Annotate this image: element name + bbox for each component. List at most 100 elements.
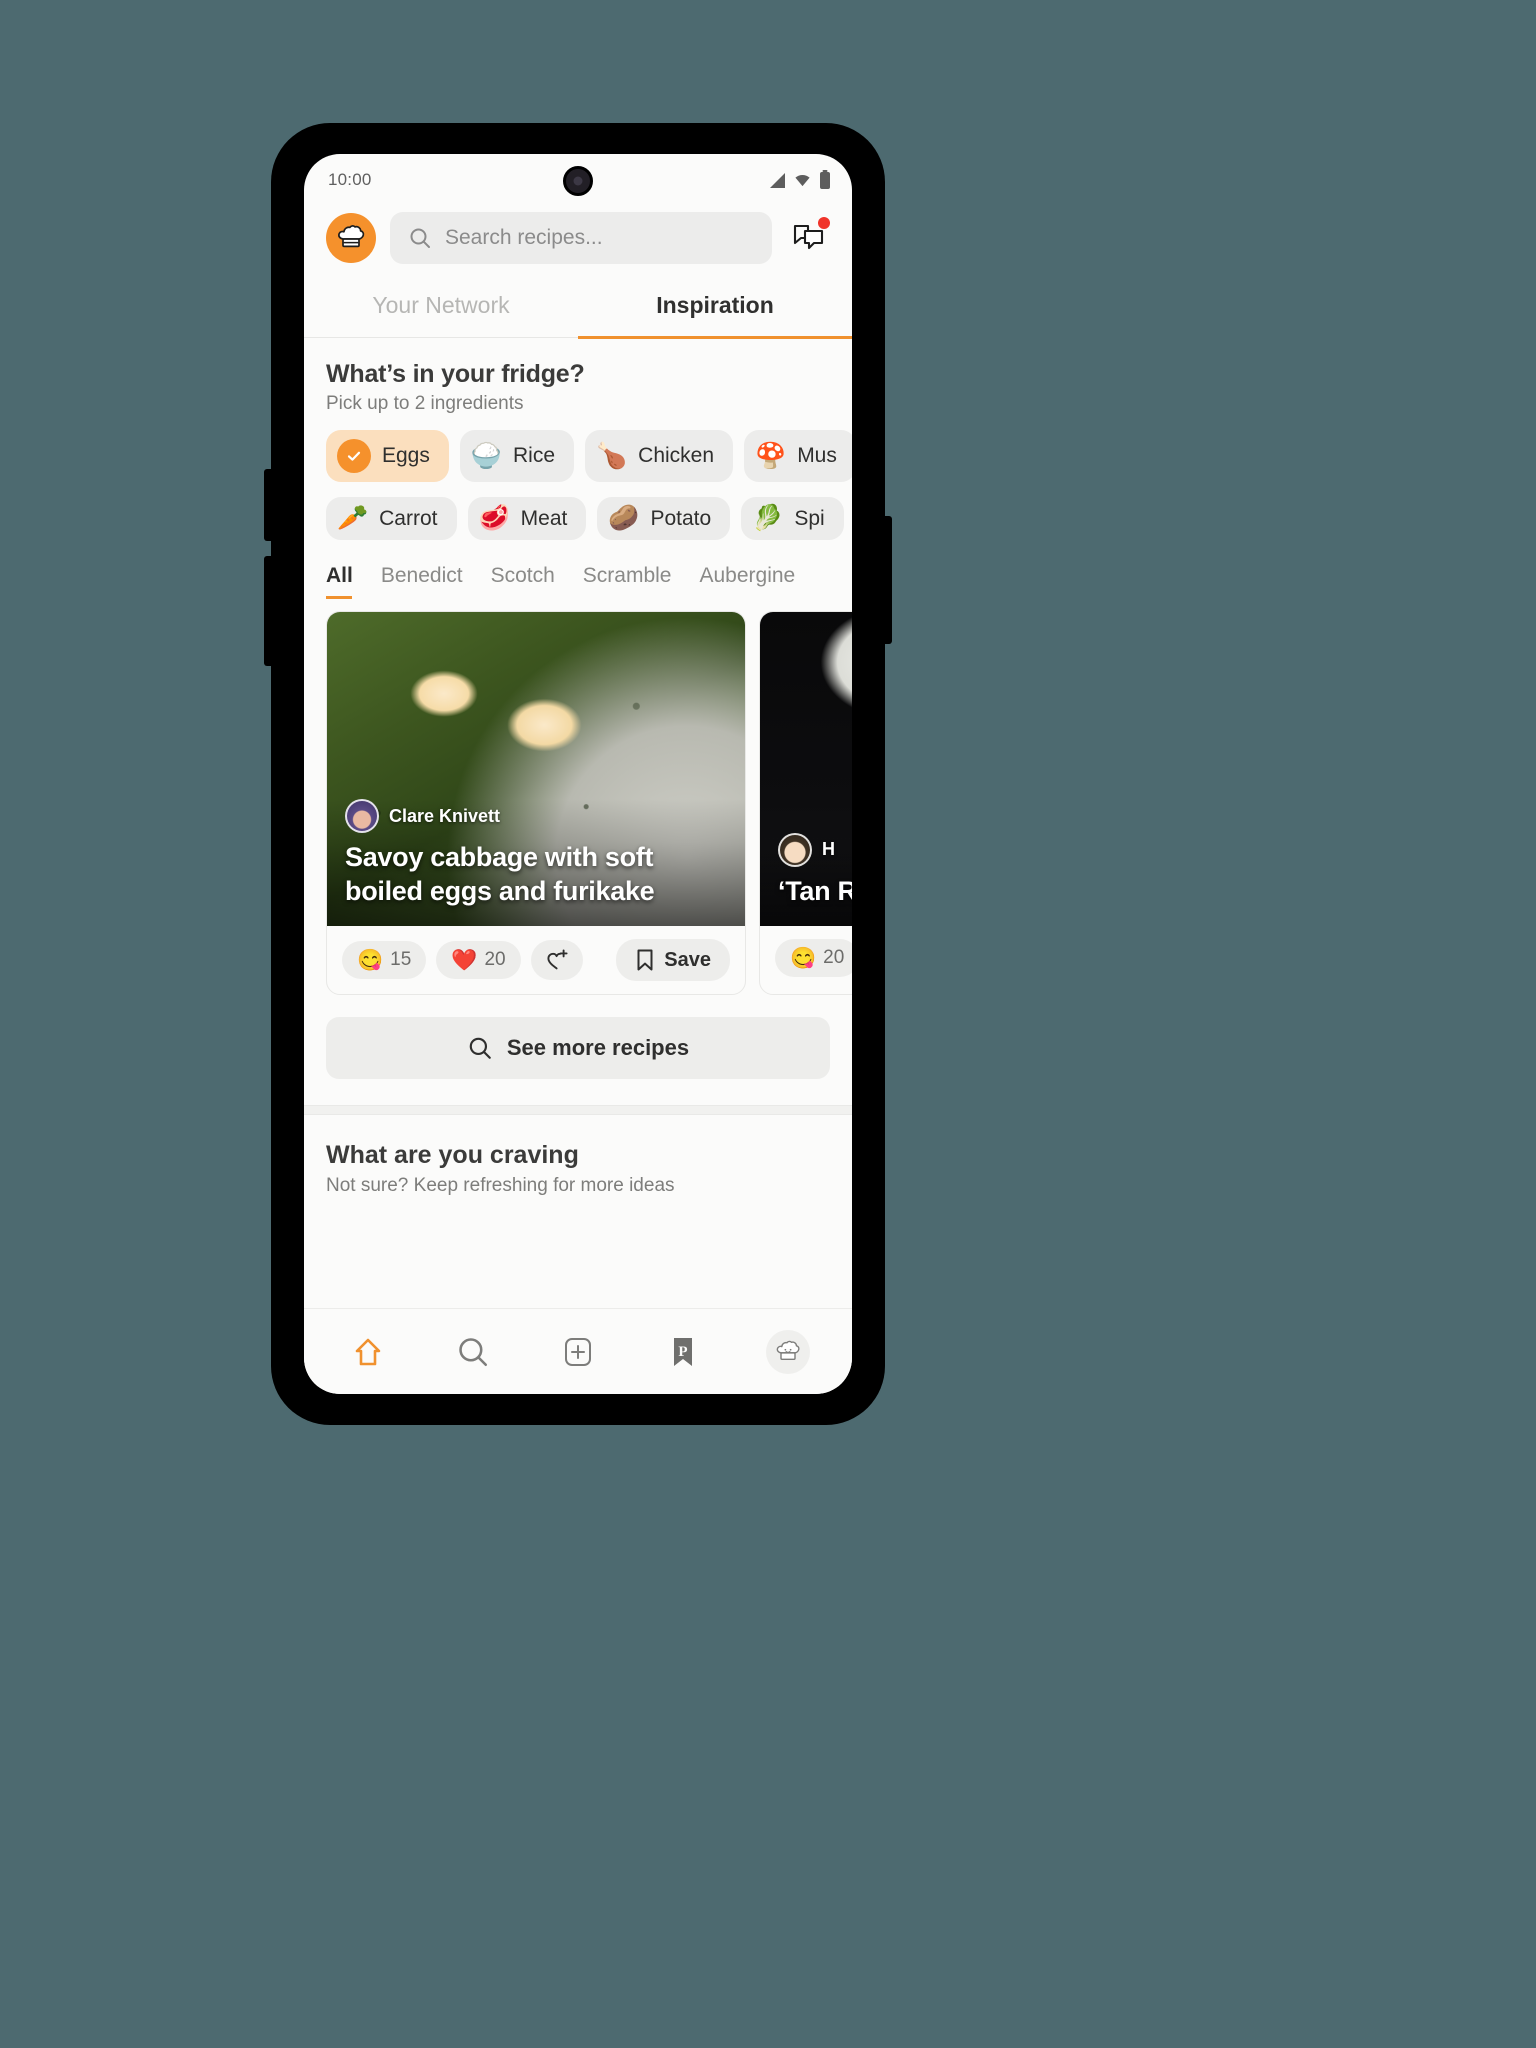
chip-label: Mus	[797, 444, 837, 467]
carrot-icon: 🥕	[337, 504, 369, 532]
craving-subtitle: Not sure? Keep refreshing for more ideas	[326, 1175, 675, 1196]
yum-emoji-icon: 😋	[790, 946, 817, 970]
status-time: 10:00	[328, 170, 372, 189]
recipe-author[interactable]: H	[778, 832, 852, 867]
mushroom-icon: 🍄	[755, 441, 787, 470]
recipe-author[interactable]: Clare Knivett	[345, 799, 727, 834]
chip-label: Chicken	[638, 444, 715, 467]
home-icon	[356, 1338, 381, 1365]
chef-hat-logo[interactable]	[326, 213, 376, 263]
messages-button[interactable]	[786, 216, 832, 260]
nav-saved[interactable]: P	[651, 1324, 715, 1380]
recipe-filter-tabs: All Benedict Scotch Scramble Aubergine	[304, 540, 852, 599]
profile-avatar-bg	[765, 1329, 810, 1374]
avatar	[345, 799, 379, 834]
nav-search[interactable]	[441, 1324, 505, 1380]
chip-label: Meat	[520, 506, 568, 530]
recipe-card[interactable]: Clare Knivett Savoy cabbage with soft bo…	[326, 611, 746, 995]
author-name: H	[822, 839, 835, 860]
recipe-card[interactable]: H ‘Tan Rice 😋 20	[759, 611, 852, 995]
recipe-image: Clare Knivett Savoy cabbage with soft bo…	[327, 612, 745, 926]
filter-scotch[interactable]: Scotch	[491, 564, 555, 599]
filter-aubergine[interactable]: Aubergine	[699, 564, 795, 599]
nav-create[interactable]	[546, 1324, 610, 1380]
chip-carrot[interactable]: 🥕 Carrot	[326, 497, 457, 540]
fridge-subtitle: Pick up to 2 ingredients	[326, 393, 524, 414]
reaction-heart[interactable]: ❤️ 20	[436, 941, 521, 979]
chip-meat[interactable]: 🥩 Meat	[467, 497, 587, 540]
add-reaction-button[interactable]	[530, 940, 583, 980]
volume-down-button[interactable]	[264, 556, 274, 666]
filter-all[interactable]: All	[326, 564, 353, 599]
tab-your-network[interactable]: Your Network	[304, 278, 578, 337]
spinach-icon: 🥬	[752, 504, 784, 532]
heart-emoji-icon: ❤️	[451, 948, 478, 972]
bookmark-p-icon: P	[673, 1337, 692, 1366]
avatar	[778, 832, 812, 867]
chip-spinach[interactable]: 🥬 Spi	[741, 497, 844, 540]
notification-badge-dot	[818, 217, 830, 229]
nav-home[interactable]	[336, 1324, 400, 1380]
ingredient-chip-rows: Eggs 🍚 Rice 🍗 Chicken 🍄 Mus 🥕 Carrot 🥩 M…	[304, 415, 852, 540]
recipe-card-carousel[interactable]: Clare Knivett Savoy cabbage with soft bo…	[304, 599, 852, 995]
svg-text:P: P	[678, 1344, 687, 1360]
filter-scramble[interactable]: Scramble	[583, 564, 672, 599]
potato-icon: 🥔	[608, 504, 640, 532]
nav-profile[interactable]	[756, 1324, 820, 1380]
search-icon	[469, 1037, 491, 1059]
chip-chicken[interactable]: 🍗 Chicken	[585, 430, 734, 482]
recipe-image: H ‘Tan Rice	[760, 612, 852, 926]
volume-up-button[interactable]	[264, 469, 274, 541]
phone-screen: 10:00 Search recipes... Your Network Ins…	[304, 154, 852, 1394]
chip-label: Spi	[794, 506, 825, 530]
front-camera-notch	[563, 166, 593, 196]
recipe-overlay: H ‘Tan Rice	[760, 832, 852, 926]
bookmark-icon	[637, 949, 653, 971]
tab-inspiration[interactable]: Inspiration	[578, 278, 852, 339]
filter-benedict[interactable]: Benedict	[381, 564, 463, 599]
reaction-count: 20	[823, 947, 845, 968]
chip-label: Carrot	[379, 506, 438, 530]
see-more-label: See more recipes	[506, 1035, 690, 1060]
chicken-icon: 🍗	[596, 441, 628, 470]
reaction-count: 20	[484, 949, 506, 970]
recipe-overlay: Clare Knivett Savoy cabbage with soft bo…	[327, 799, 745, 926]
reaction-yum[interactable]: 😋 20	[775, 939, 852, 977]
recipe-title: Savoy cabbage with soft boiled eggs and …	[345, 842, 655, 906]
plus-square-icon	[564, 1337, 591, 1366]
status-icon-group	[770, 171, 830, 189]
yum-emoji-icon: 😋	[357, 948, 384, 972]
fridge-section: What’s in your fridge? Pick up to 2 ingr…	[304, 338, 852, 415]
recipe-actions: 😋 20	[760, 926, 852, 990]
main-tab-bar: Your Network Inspiration	[304, 278, 852, 339]
app-header: Search recipes...	[304, 206, 852, 278]
search-icon	[459, 1337, 488, 1366]
signal-icon	[770, 172, 785, 188]
chip-label: Potato	[650, 506, 712, 530]
chip-label: Eggs	[382, 444, 430, 467]
chip-mushroom[interactable]: 🍄 Mus	[744, 430, 852, 482]
recipe-actions: 😋 15 ❤️ 20 Save	[327, 926, 745, 994]
rice-icon: 🍚	[470, 441, 503, 470]
search-input-placeholder[interactable]: Search recipes...	[445, 226, 603, 250]
phone-device-frame: 10:00 Search recipes... Your Network Ins…	[264, 124, 892, 1424]
reaction-yum[interactable]: 😋 15	[342, 941, 427, 979]
save-button[interactable]: Save	[616, 939, 730, 981]
meat-icon: 🥩	[478, 504, 510, 532]
see-more-recipes-button[interactable]: See more recipes	[326, 1017, 830, 1079]
ingredient-chip-row-2: 🥕 Carrot 🥩 Meat 🥔 Potato 🥬 Spi	[304, 497, 852, 540]
chef-hat-icon	[776, 1340, 800, 1360]
chip-eggs[interactable]: Eggs	[326, 430, 449, 482]
chip-label: Rice	[513, 444, 556, 467]
fridge-title: What’s in your fridge?	[326, 360, 585, 388]
craving-title: What are you craving	[326, 1141, 579, 1169]
ingredient-chip-row-1: Eggs 🍚 Rice 🍗 Chicken 🍄 Mus	[304, 430, 852, 482]
section-divider	[304, 1105, 852, 1115]
chip-potato[interactable]: 🥔 Potato	[597, 497, 731, 540]
save-label: Save	[664, 948, 711, 971]
check-icon	[337, 439, 371, 473]
reaction-count: 15	[390, 949, 412, 970]
power-button[interactable]	[882, 516, 892, 644]
search-bar[interactable]: Search recipes...	[390, 212, 772, 264]
chip-rice[interactable]: 🍚 Rice	[459, 430, 575, 482]
